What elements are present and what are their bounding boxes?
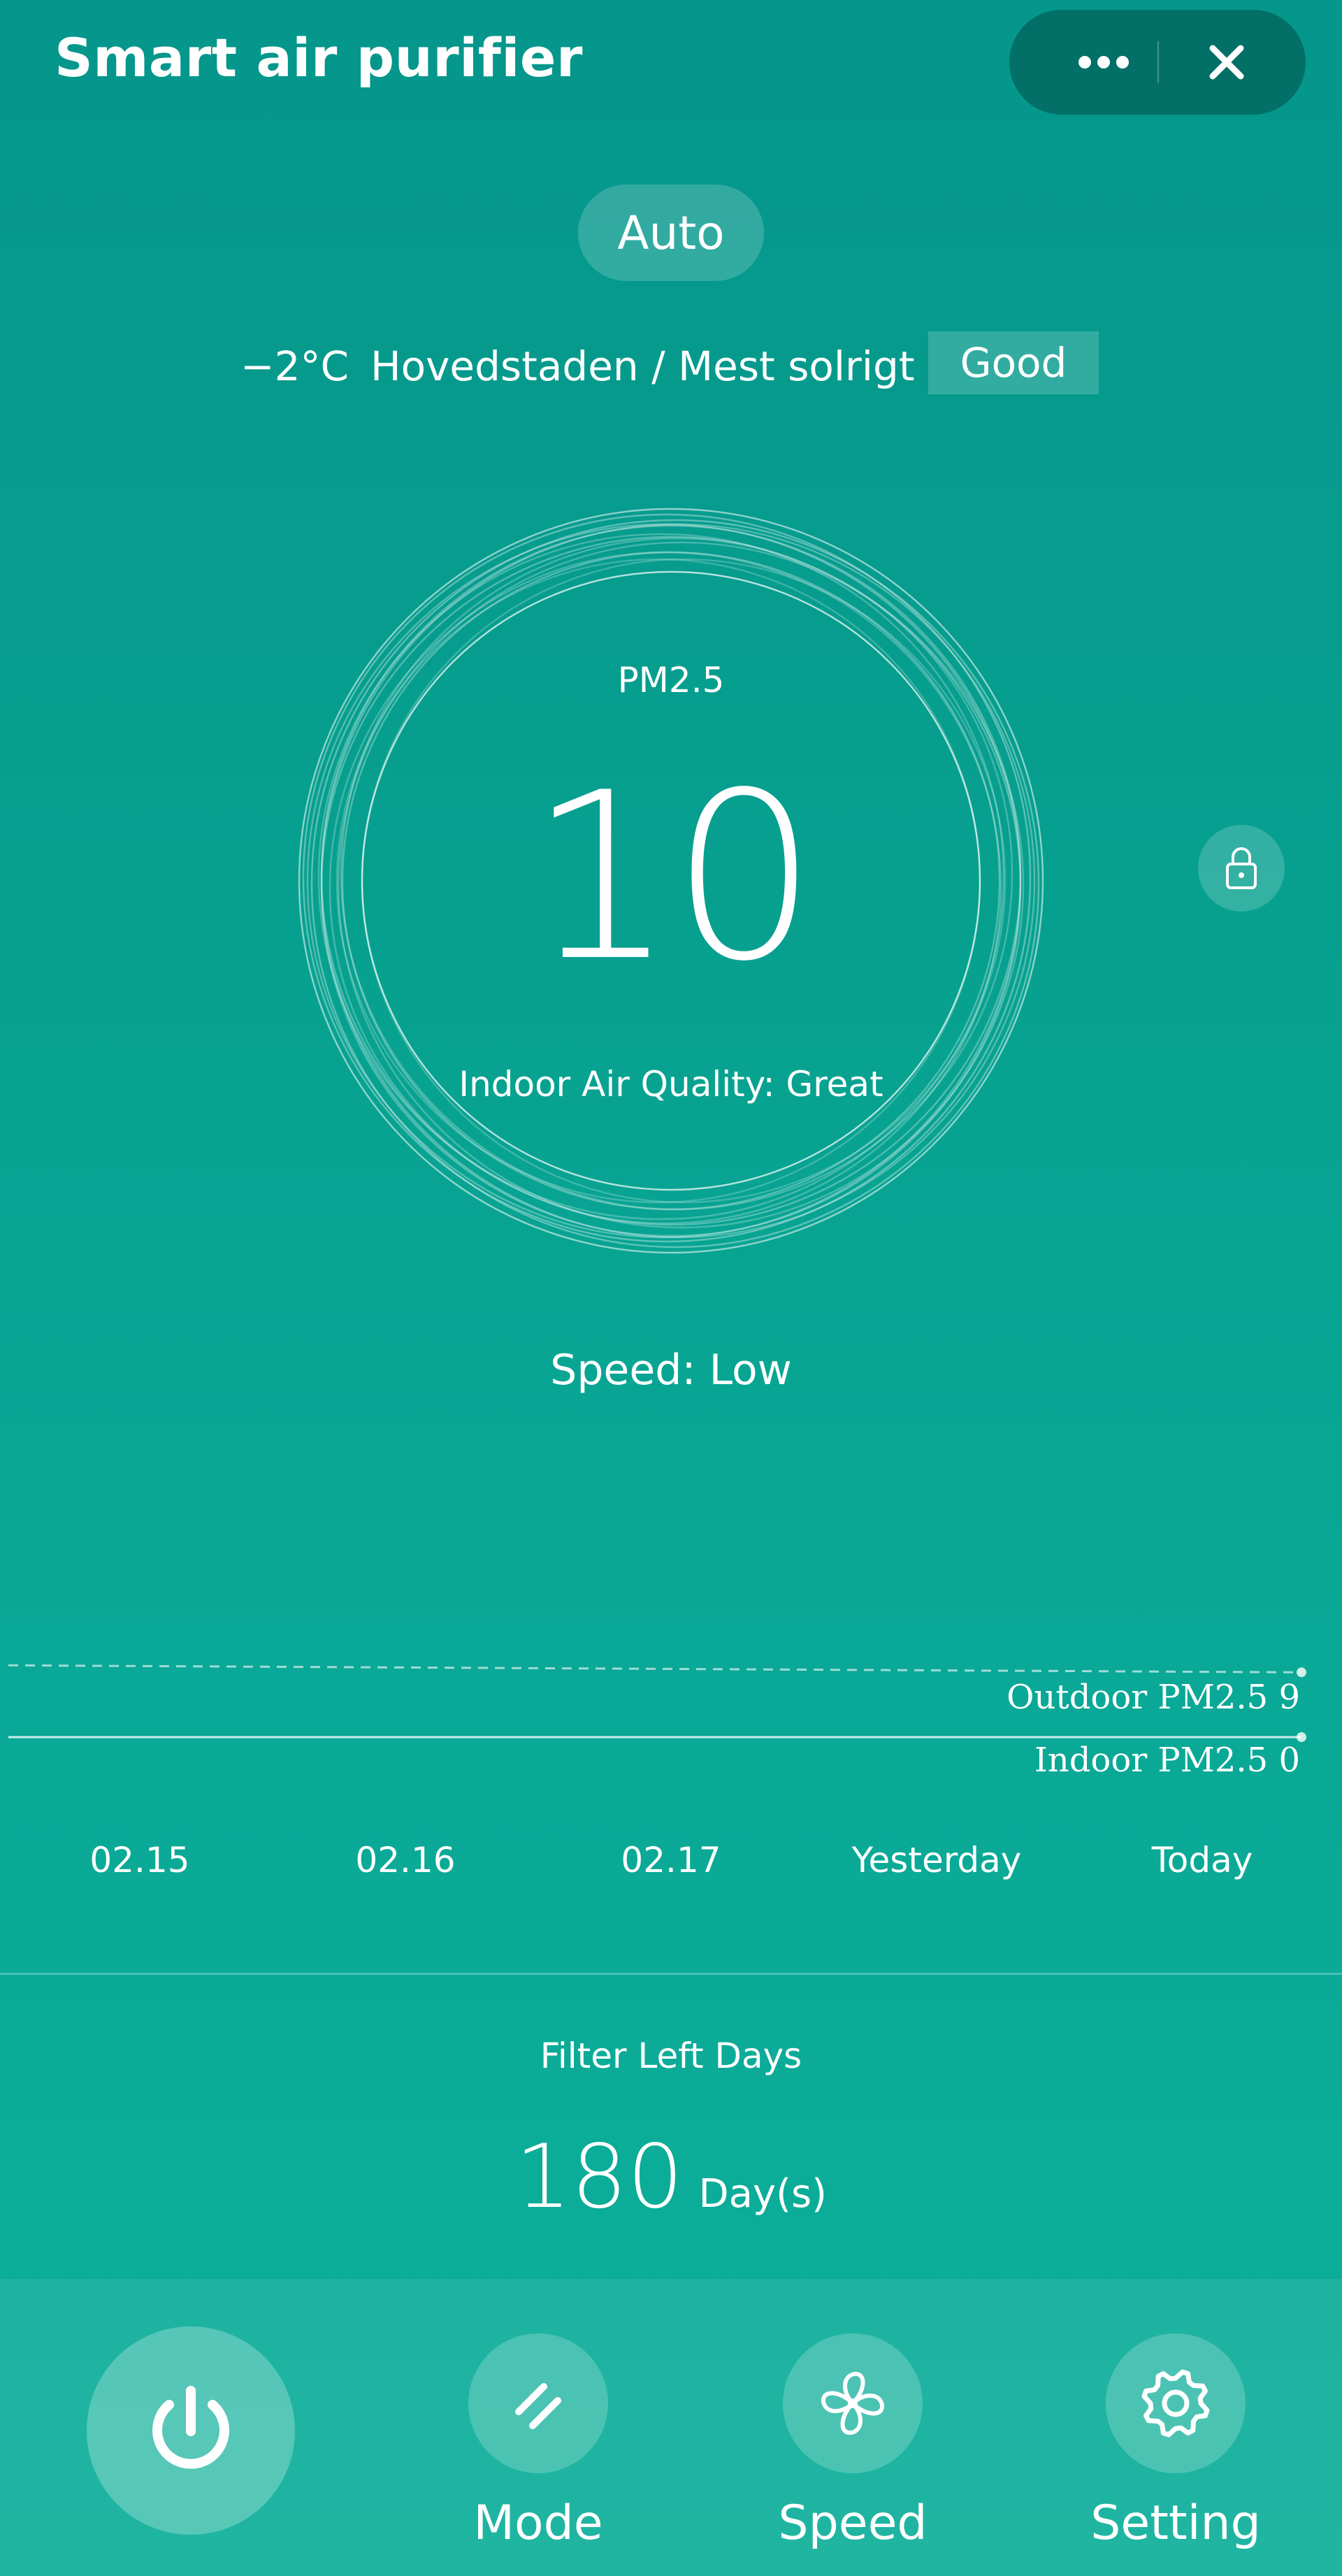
lock-icon (1226, 847, 1257, 889)
power-button[interactable] (87, 2326, 295, 2535)
power-icon (152, 2386, 229, 2469)
filter-days: 180 Day(s) (0, 2125, 1342, 2228)
speed-button[interactable] (783, 2333, 923, 2473)
mini-program-capsule (1009, 10, 1306, 115)
speed-button-label[interactable]: Speed (713, 2496, 993, 2551)
mode-button[interactable] (468, 2333, 608, 2473)
x-tick-label: Today (1151, 1840, 1253, 1880)
x-tick-label: 02.17 (621, 1840, 721, 1880)
mode-button-label[interactable]: Mode (398, 2496, 678, 2551)
gear-icon (1141, 2369, 1210, 2438)
indoor-series-label: Indoor PM2.5 0 (1034, 1741, 1300, 1780)
mode-icon (515, 2383, 561, 2429)
outdoor-series-label: Outdoor PM2.5 9 (1006, 1678, 1300, 1717)
setting-button-label[interactable]: Setting (1036, 2496, 1315, 2551)
filter-days-unit: Day(s) (698, 2171, 827, 2217)
x-tick-label: 02.15 (89, 1840, 190, 1880)
pm25-value: 10 (528, 743, 818, 1012)
close-icon[interactable] (1174, 10, 1279, 115)
filter-label: Filter Left Days (540, 2036, 802, 2076)
outdoor-temperature: −2°C (240, 343, 349, 390)
filter-days-value: 180 (515, 2125, 684, 2228)
fan-icon (821, 2371, 885, 2435)
series-point (1297, 1667, 1306, 1678)
speed-status: Speed: Low (550, 1346, 792, 1395)
outdoor-air-badge: Good (928, 331, 1099, 394)
pm25-label: PM2.5 (617, 660, 725, 700)
capsule-divider (1157, 41, 1159, 83)
x-tick-label: Yesterday (851, 1840, 1022, 1880)
child-lock-button[interactable] (1198, 825, 1285, 912)
x-tick-label: 02.16 (355, 1840, 456, 1880)
mode-pill[interactable]: Auto (578, 185, 764, 281)
setting-button[interactable] (1106, 2333, 1246, 2473)
location-weather: Hovedstaden / Mest solrigt (370, 343, 915, 390)
section-divider (0, 1973, 1342, 1975)
more-dots-icon[interactable] (1051, 10, 1156, 115)
series-line-outdoor (8, 1664, 1302, 1674)
page-title: Smart air purifier (55, 27, 583, 89)
air-quality-text: Indoor Air Quality: Great (459, 1064, 883, 1104)
